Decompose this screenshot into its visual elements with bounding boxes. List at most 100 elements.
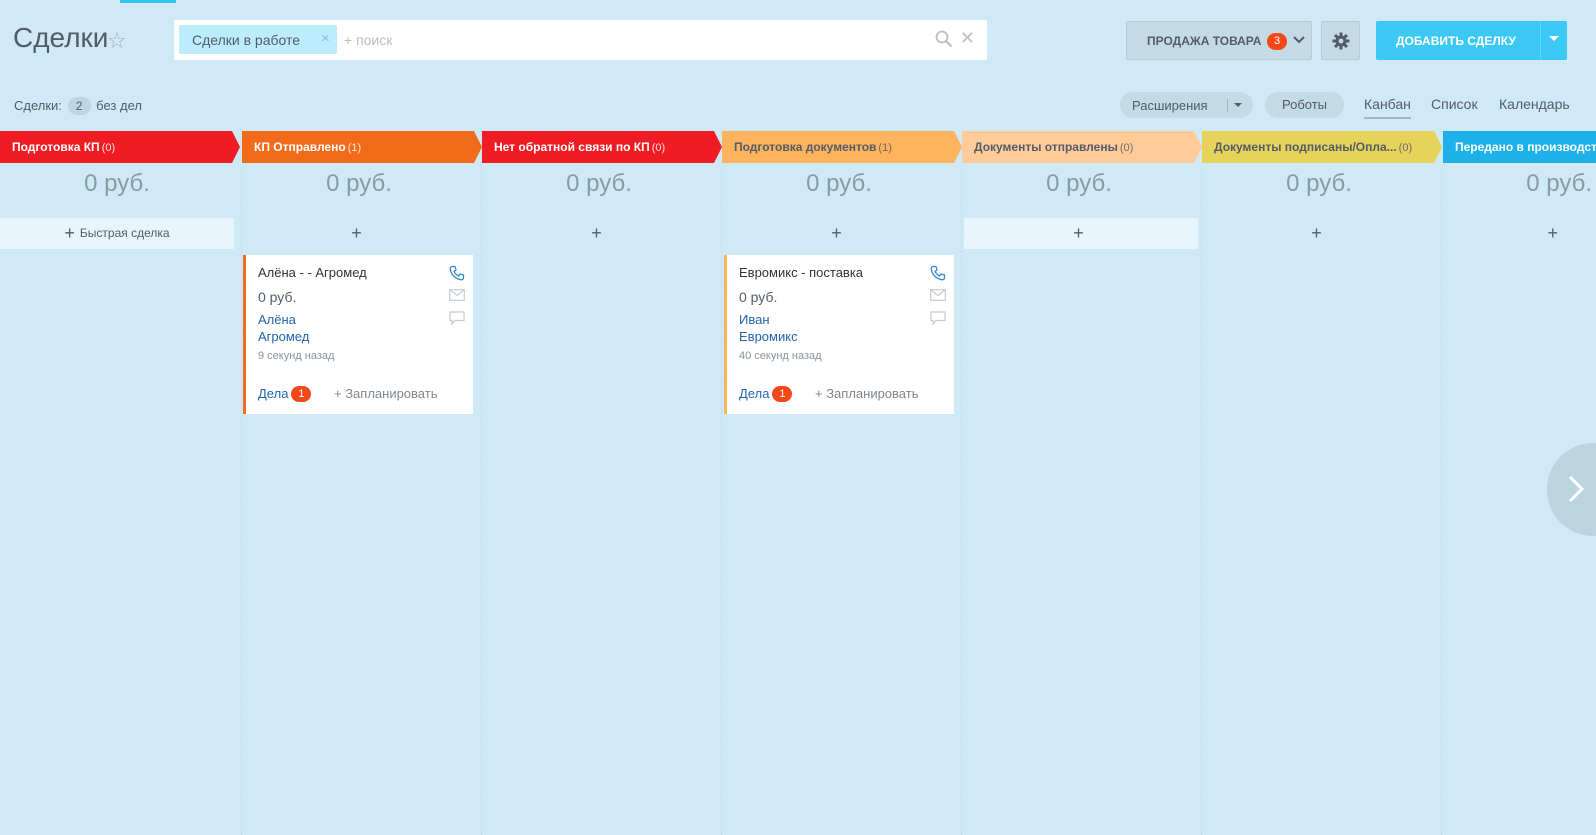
deals-counter: Сделки: 2 без дел [14, 97, 142, 115]
quick-deal-label: Быстрая сделка [79, 226, 170, 240]
page-title: Сделки [13, 22, 109, 53]
column-divider [481, 170, 482, 835]
stage-sum: 0 руб. [1286, 170, 1352, 197]
plus-icon: + [1073, 223, 1084, 243]
deal-activities-link[interactable]: Дела 1 [739, 386, 793, 402]
add-deal-to-stage-button[interactable]: + [1440, 218, 1596, 249]
column-divider [1201, 170, 1202, 835]
add-deal-button[interactable]: ДОБАВИТЬ СДЕЛКУ [1376, 21, 1567, 60]
filter-tag-label: Сделки в работе [192, 32, 301, 48]
column-divider [721, 170, 722, 835]
search-placeholder[interactable]: + поиск [344, 32, 392, 48]
stage-sum: 0 руб. [1046, 170, 1112, 197]
chat-icon[interactable] [930, 311, 946, 325]
settings-button[interactable] [1321, 21, 1360, 60]
deal-card[interactable]: Алёна - - Агромед 0 руб. Алёна Агромед 9… [243, 255, 473, 414]
add-deal-label: ДОБАВИТЬ СДЕЛКУ [1396, 34, 1516, 48]
phone-icon[interactable] [930, 265, 946, 281]
stage-header[interactable]: КП Отправлено (1) [242, 131, 482, 163]
category-count-badge: 3 [1267, 33, 1287, 50]
stage-name: Нет обратной связи по КП [494, 140, 650, 154]
chevron-down-icon [1293, 36, 1305, 44]
stage-name: Подготовка КП [12, 140, 100, 154]
deals-counter-label: Сделки: [14, 98, 62, 113]
stage-count: (0) [101, 142, 116, 154]
stage-header[interactable]: Документы подписаны/Опла... (0) [1202, 131, 1442, 163]
category-button[interactable]: ПРОДАЖА ТОВАРА 3 [1126, 21, 1312, 60]
stage-name: Передано в производст [1455, 140, 1596, 154]
stage-sum: 0 руб. [326, 170, 392, 197]
stage-header[interactable]: Документы отправлены (0) [962, 131, 1202, 163]
plus-icon: + [591, 223, 602, 243]
close-icon[interactable]: × [321, 30, 330, 47]
stage-count: (0) [1119, 142, 1134, 154]
tab-list[interactable]: Список [1431, 96, 1478, 112]
deal-activities-count: 1 [291, 386, 312, 402]
plus-icon: + [1547, 223, 1558, 243]
quick-deal-button[interactable]: + Быстрая сделка [0, 218, 234, 249]
search-field[interactable]: Сделки в работе × + поиск ✕ [174, 20, 987, 60]
close-icon[interactable]: ✕ [960, 28, 975, 49]
add-deal-to-stage-button[interactable]: + [482, 218, 716, 249]
stage-header[interactable]: Подготовка документов (1) [722, 131, 962, 163]
deal-company-link[interactable]: Евромикс [739, 329, 798, 344]
plus-icon: + [831, 223, 842, 243]
stage-count: (0) [651, 142, 666, 154]
stage-name: Подготовка документов [734, 140, 877, 154]
plus-icon: + [351, 223, 362, 243]
chat-icon[interactable] [449, 311, 465, 325]
deal-contact-link[interactable]: Алёна [258, 312, 296, 327]
stage-count: (0) [1398, 142, 1413, 154]
stage-name: КП Отправлено [254, 140, 346, 154]
deal-activities-link[interactable]: Дела 1 [258, 386, 312, 402]
deal-company-link[interactable]: Агромед [258, 329, 309, 344]
add-deal-to-stage-button[interactable]: + [722, 218, 956, 249]
stage-sum: 0 руб. [566, 170, 632, 197]
add-deal-divider [1540, 21, 1541, 60]
tab-calendar[interactable]: Календарь [1499, 96, 1570, 112]
stage-header[interactable]: Передано в производст [1443, 131, 1596, 163]
stage-header[interactable]: Нет обратной связи по КП (0) [482, 131, 722, 163]
deal-card[interactable]: Евромикс - поставка 0 руб. Иван Евромикс… [724, 255, 954, 414]
mail-icon[interactable] [930, 289, 946, 301]
add-deal-to-stage-button[interactable]: + [242, 218, 476, 249]
chevron-down-icon[interactable] [1234, 103, 1242, 107]
deals-counter-suffix[interactable]: без дел [96, 98, 142, 113]
chevron-down-icon[interactable] [1549, 36, 1559, 41]
deal-title[interactable]: Алёна - - Агромед [258, 265, 367, 280]
stage-count: (1) [347, 142, 362, 154]
stage-sum: 0 руб. [84, 170, 150, 197]
deal-plan-link[interactable]: + Запланировать [334, 386, 437, 401]
star-icon[interactable]: ☆ [107, 28, 127, 54]
gear-icon [1332, 32, 1350, 50]
add-deal-to-stage-button[interactable]: + [1202, 218, 1436, 249]
plus-icon: + [1311, 223, 1322, 243]
column-divider [1441, 170, 1442, 835]
stage-sum: 0 руб. [1526, 170, 1592, 197]
mail-icon[interactable] [449, 289, 465, 301]
stage-name: Документы подписаны/Опла... [1214, 140, 1397, 154]
scroll-right-button[interactable] [1547, 443, 1596, 536]
tab-kanban[interactable]: Канбан [1364, 96, 1411, 119]
add-deal-to-stage-button[interactable]: + [964, 218, 1198, 249]
stage-sum: 0 руб. [806, 170, 872, 197]
deal-contact-link[interactable]: Иван [739, 312, 770, 327]
filter-tag[interactable]: Сделки в работе × [179, 25, 337, 54]
extensions-divider [1227, 99, 1228, 112]
extensions-button[interactable]: Расширения [1120, 92, 1253, 118]
deal-activities-label: Дела [739, 386, 770, 401]
chevron-right-icon [1568, 475, 1585, 503]
deals-count-badge[interactable]: 2 [67, 97, 91, 115]
deal-plan-link[interactable]: + Запланировать [815, 386, 918, 401]
deal-activities-label: Дела [258, 386, 289, 401]
robots-button[interactable]: Роботы [1265, 92, 1344, 118]
deal-price: 0 руб. [739, 289, 778, 305]
stage-name: Документы отправлены [974, 140, 1118, 154]
deal-time: 9 секунд назад [258, 350, 335, 362]
column-divider [241, 170, 242, 835]
deal-title[interactable]: Евромикс - поставка [739, 265, 863, 280]
stage-header[interactable]: Подготовка КП (0) [0, 131, 240, 163]
search-icon[interactable] [935, 30, 953, 48]
phone-icon[interactable] [449, 265, 465, 281]
top-accent-line [120, 0, 176, 3]
